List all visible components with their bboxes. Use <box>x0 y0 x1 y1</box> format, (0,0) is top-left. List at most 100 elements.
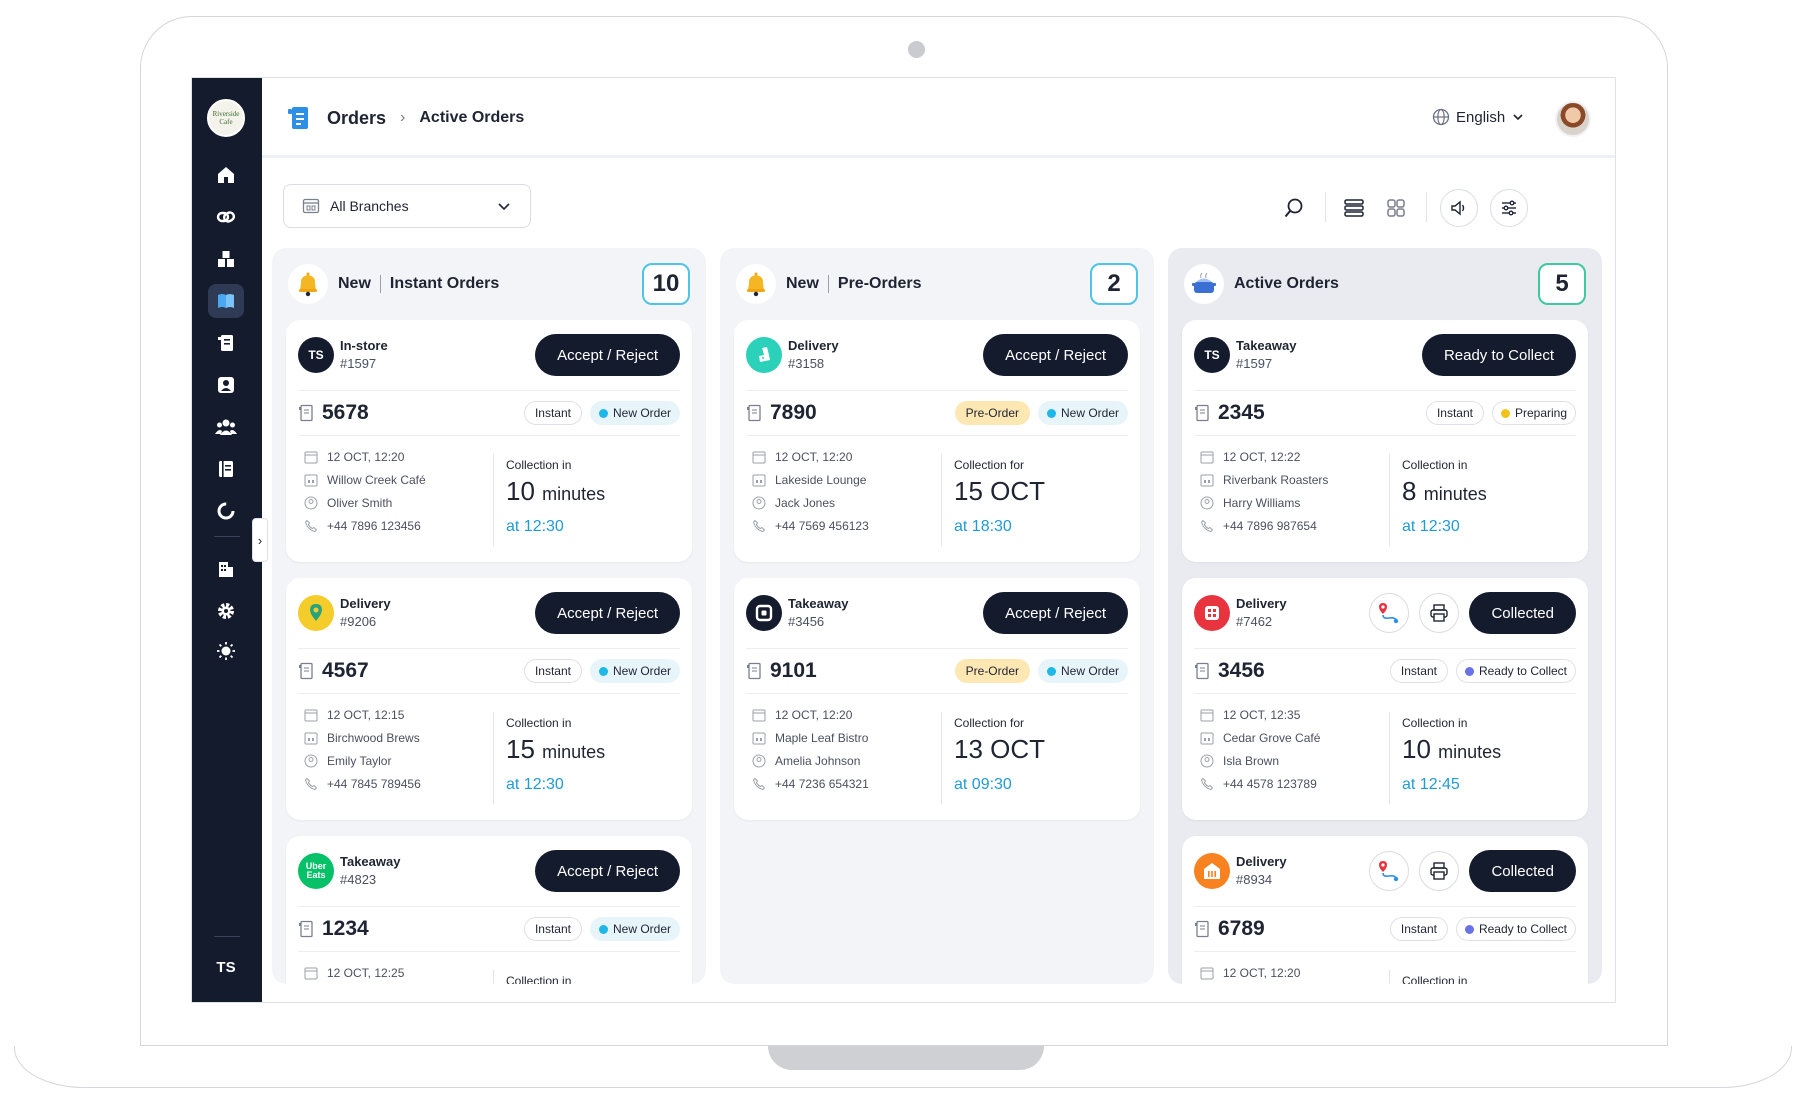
printer-icon <box>1430 604 1449 622</box>
info-divider <box>1389 712 1390 804</box>
order-count-badge: 2 <box>1090 263 1138 305</box>
receipt-icon <box>299 920 313 938</box>
order-mode-tag: Instant <box>523 659 582 683</box>
info-divider <box>493 712 494 804</box>
search-icon <box>1284 198 1303 218</box>
user-avatar[interactable] <box>1555 101 1591 137</box>
print-button[interactable] <box>1419 851 1460 891</box>
receipt-icon <box>1195 662 1209 680</box>
ledger-icon[interactable] <box>208 452 244 486</box>
breadcrumb-root[interactable]: Orders <box>327 108 386 129</box>
collected-button[interactable]: Collected <box>1469 592 1576 634</box>
branch-select[interactable]: All Branches <box>283 184 531 228</box>
order-venue: Lakeside Lounge <box>752 473 952 487</box>
link-icon[interactable] <box>208 200 244 234</box>
order-id: #3158 <box>788 356 825 371</box>
route-map-button[interactable] <box>1369 851 1410 891</box>
calendar-icon <box>304 451 318 464</box>
inventory-icon[interactable] <box>208 242 244 276</box>
order-venue: Cedar Grove Café <box>1200 731 1400 745</box>
order-id: #3456 <box>788 614 825 629</box>
accept-reject-button[interactable]: Accept / Reject <box>983 592 1128 634</box>
search-button[interactable] <box>1275 189 1313 227</box>
info-divider <box>1389 970 1390 984</box>
orders-icon[interactable] <box>208 326 244 360</box>
language-selector[interactable]: English <box>1432 108 1525 126</box>
order-number: 5678 <box>322 401 369 424</box>
collected-button[interactable]: Collected <box>1469 850 1576 892</box>
status-label: Preparing <box>1514 406 1567 420</box>
calendar-icon <box>752 451 766 464</box>
collection-time: at 12:30 <box>506 776 564 793</box>
list-view-button[interactable] <box>1335 189 1373 227</box>
globe-icon <box>1432 108 1450 126</box>
active-orders-column: Active Orders 5 TS Takeaway #1597 Ready t… <box>1168 248 1602 984</box>
analytics-icon[interactable] <box>208 494 244 528</box>
accept-reject-button[interactable]: Accept / Reject <box>535 592 680 634</box>
calendar-icon <box>304 967 318 980</box>
sidebar-expand-toggle[interactable]: › <box>252 518 268 562</box>
order-number: 3456 <box>1218 659 1265 682</box>
order-card[interactable]: Delivery #7462 Collected 3456 Instant Rea… <box>1182 578 1588 820</box>
collection-time: at 18:30 <box>954 518 1012 535</box>
order-number: 9101 <box>770 659 817 682</box>
order-date: 12 OCT, 12:20 <box>1200 966 1400 980</box>
info-divider <box>493 454 494 546</box>
order-id: #1597 <box>1236 356 1273 371</box>
print-button[interactable] <box>1419 593 1460 633</box>
collection-time: at 12:45 <box>1402 776 1460 793</box>
status-badge: Preparing <box>1491 401 1576 425</box>
list-view-icon <box>1344 199 1364 217</box>
team-icon[interactable] <box>208 410 244 444</box>
status-badge: New Order <box>589 917 680 941</box>
ready-to-collect-button[interactable]: Ready to Collect <box>1421 334 1576 376</box>
menu-book-icon[interactable] <box>208 284 244 318</box>
branches-icon[interactable] <box>208 552 244 586</box>
accept-reject-button[interactable]: Accept / Reject <box>535 334 680 376</box>
collection-value: 15 OCT <box>954 476 1046 506</box>
customer-card-icon[interactable] <box>208 368 244 402</box>
cooking-pot-icon <box>1184 264 1224 304</box>
order-card[interactable]: Takeaway #3456 Accept / Reject 9101 Pre-O… <box>734 578 1140 820</box>
accept-reject-button[interactable]: Accept / Reject <box>535 850 680 892</box>
order-type: Delivery <box>1236 596 1287 611</box>
order-card[interactable]: Delivery #3158 Accept / Reject 7890 Pre-O… <box>734 320 1140 562</box>
status-label: New Order <box>1060 406 1119 420</box>
store-icon <box>304 732 318 745</box>
chevron-down-icon <box>498 203 510 211</box>
collection-time: at 09:30 <box>954 776 1012 793</box>
route-map-button[interactable] <box>1369 593 1410 633</box>
sidebar-divider <box>214 536 240 537</box>
order-card[interactable]: Delivery #8934 Collected 6789 Instant Rea… <box>1182 836 1588 984</box>
sliders-icon <box>1502 200 1516 216</box>
bell-icon <box>736 264 776 304</box>
laptop-notch <box>768 1046 1044 1070</box>
collection-value: 10 minutes <box>506 476 606 506</box>
user-icon <box>752 754 766 768</box>
status-label: New Order <box>612 664 671 678</box>
order-mode-tag: Instant <box>523 401 582 425</box>
filter-settings-button[interactable] <box>1490 189 1528 227</box>
riverside-cafe-logo[interactable]: Riverside Cafe <box>207 99 245 137</box>
accept-reject-button[interactable]: Accept / Reject <box>983 334 1128 376</box>
home-icon[interactable] <box>208 158 244 192</box>
language-label: English <box>1456 108 1506 126</box>
order-id: #4823 <box>340 872 377 887</box>
settings-gear-icon[interactable] <box>208 594 244 628</box>
theme-light-icon[interactable] <box>208 634 244 668</box>
status-dot <box>598 666 608 676</box>
sound-button[interactable] <box>1440 189 1478 227</box>
status-badge: New Order <box>589 659 680 683</box>
bell-icon <box>288 264 328 304</box>
calendar-icon <box>1200 709 1214 722</box>
order-card[interactable]: Delivery #9206 Accept / Reject 4567 Insta… <box>286 578 692 820</box>
order-card[interactable]: Uber Eats Takeaway #4823 Accept / Reject … <box>286 836 692 984</box>
title-divider <box>827 275 829 293</box>
status-badge: Ready to Collect <box>1455 659 1576 683</box>
order-venue: Willow Creek Café <box>304 473 504 487</box>
order-card[interactable]: TS In-store #1597 Accept / Reject 5678 In… <box>286 320 692 562</box>
grid-view-button[interactable] <box>1377 189 1415 227</box>
just-eat-icon <box>1194 853 1230 889</box>
order-card[interactable]: TS Takeaway #1597 Ready to Collect 2345 I… <box>1182 320 1588 562</box>
status-dot <box>1046 666 1056 676</box>
